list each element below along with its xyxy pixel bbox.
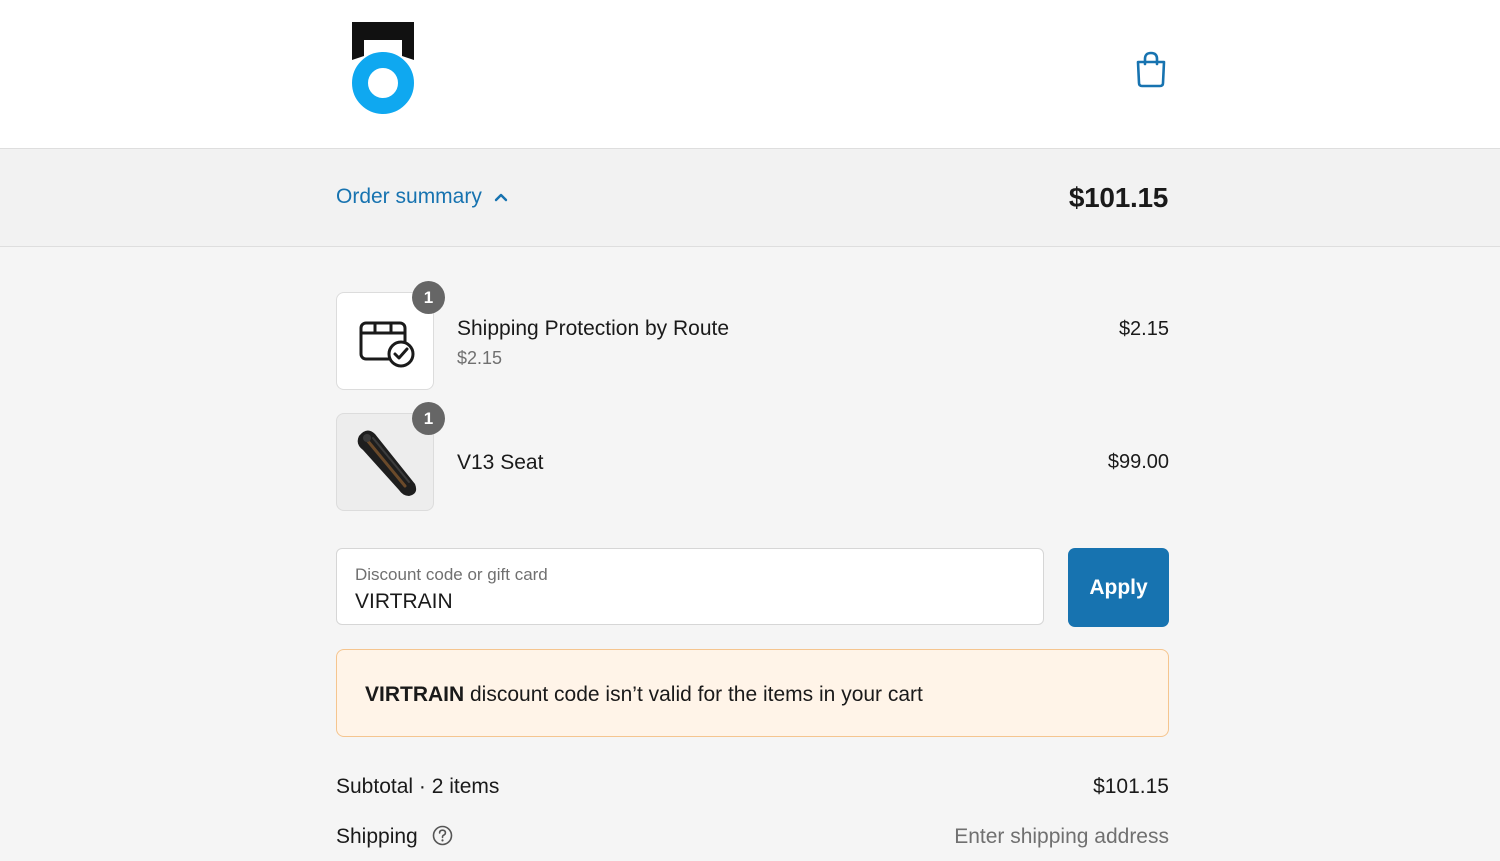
- discount-error-notice: VIRTRAIN discount code isn’t valid for t…: [336, 649, 1169, 737]
- item-name: V13 Seat: [457, 451, 544, 474]
- subtotal-row: Subtotal · 2 items $101.15: [336, 775, 1169, 799]
- help-circle-icon[interactable]: [432, 825, 453, 846]
- site-header: [0, 0, 1500, 149]
- discount-code-label: Discount code or gift card: [355, 565, 548, 584]
- shipping-row: Shipping Enter shipping address: [336, 825, 1169, 849]
- apply-discount-button[interactable]: Apply: [1068, 548, 1169, 627]
- chevron-up-icon: [494, 193, 508, 202]
- shipping-value: Enter shipping address: [954, 825, 1169, 848]
- line-item: 1 Shipping Protection by Route $2.15 $2.…: [336, 281, 1169, 390]
- shopping-bag-icon[interactable]: [1133, 50, 1169, 88]
- item-price: $99.00: [1107, 451, 1169, 473]
- line-item: 1 V13 Seat $99.00: [336, 402, 1169, 511]
- order-summary-toggle[interactable]: Order summary: [336, 185, 508, 209]
- item-name: Shipping Protection by Route: [457, 317, 730, 340]
- discount-error-text: VIRTRAIN discount code isn’t valid for t…: [365, 683, 923, 707]
- discount-error-code: VIRTRAIN: [365, 683, 465, 706]
- quantity-badge: 1: [412, 402, 445, 435]
- order-total: $101.15: [1068, 182, 1168, 213]
- shipping-label: Shipping: [336, 825, 418, 848]
- brand-logo[interactable]: [350, 20, 416, 116]
- subtotal-value: $101.15: [1093, 775, 1169, 798]
- subtotal-label: Subtotal · 2 items: [336, 775, 500, 798]
- discount-error-message: discount code isn’t valid for the items …: [464, 683, 923, 706]
- item-unit-price: $2.15: [457, 348, 503, 368]
- discount-code-field[interactable]: Discount code or gift card: [336, 548, 1044, 625]
- quantity-badge: 1: [412, 281, 445, 314]
- discount-code-input[interactable]: [355, 590, 1015, 614]
- item-price: $2.15: [1118, 318, 1169, 340]
- order-summary-label: Order summary: [336, 185, 482, 208]
- order-summary-bar: Order summary $101.15: [0, 149, 1500, 247]
